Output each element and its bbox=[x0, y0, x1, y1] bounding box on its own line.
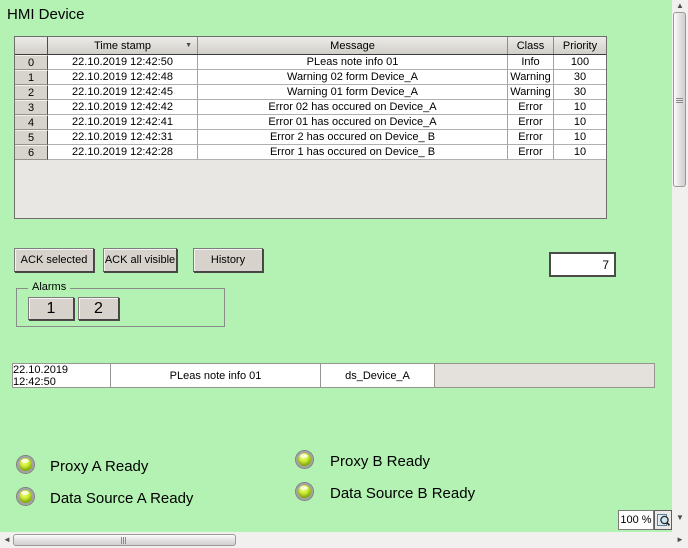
cell-timestamp: 22.10.2019 12:42:50 bbox=[48, 55, 198, 70]
alarms-groupbox: Alarms 1 2 bbox=[16, 281, 225, 327]
alarm-view-2-button[interactable]: 2 bbox=[78, 297, 119, 320]
alarm-row[interactable]: 1 22.10.2019 12:42:48 Warning 02 form De… bbox=[15, 70, 606, 85]
scrollbar-grip-icon bbox=[676, 98, 683, 103]
scroll-right-icon[interactable]: ► bbox=[676, 536, 684, 544]
zoom-button[interactable] bbox=[654, 510, 672, 530]
proxy-b-led-icon bbox=[296, 451, 313, 468]
proxy-b-label: Proxy B Ready bbox=[330, 453, 431, 470]
cell-class: Info bbox=[508, 55, 554, 70]
scroll-down-icon[interactable]: ▼ bbox=[676, 514, 684, 522]
row-number: 4 bbox=[15, 115, 48, 130]
data-source-b-label: Data Source B Ready bbox=[330, 485, 476, 502]
alarm-table: Time stamp ▼ Message Class Priority 0 22… bbox=[14, 36, 607, 219]
cell-timestamp: 22.10.2019 12:42:42 bbox=[48, 100, 198, 115]
col-header-timestamp[interactable]: Time stamp ▼ bbox=[48, 37, 198, 54]
cell-priority: 10 bbox=[554, 145, 606, 160]
data-source-a-led-icon bbox=[17, 488, 34, 505]
cell-priority: 10 bbox=[554, 115, 606, 130]
alarm-line-bar: 22.10.2019 12:42:50 PLeas note info 01 d… bbox=[12, 363, 655, 388]
col-header-timestamp-label: Time stamp bbox=[93, 39, 152, 52]
scroll-up-icon[interactable]: ▲ bbox=[676, 2, 684, 10]
alarm-count-field[interactable]: 7 bbox=[549, 252, 616, 277]
cell-message: PLeas note info 01 bbox=[198, 55, 508, 70]
alarm-line-source: ds_Device_A bbox=[321, 363, 435, 388]
cell-priority: 30 bbox=[554, 85, 606, 100]
col-header-rownum[interactable] bbox=[15, 37, 48, 54]
sort-desc-icon: ▼ bbox=[185, 42, 192, 49]
cell-message: Error 1 has occured on Device_ B bbox=[198, 145, 508, 160]
vertical-scrollbar[interactable]: ▲ ▼ bbox=[672, 0, 688, 532]
vertical-scrollbar-thumb[interactable] bbox=[673, 12, 686, 187]
alarm-line-timestamp: 22.10.2019 12:42:50 bbox=[12, 363, 111, 388]
history-button[interactable]: History bbox=[193, 248, 263, 272]
ack-all-visible-button[interactable]: ACK all visible bbox=[103, 248, 177, 272]
horizontal-scrollbar[interactable]: ◄ ► bbox=[0, 532, 688, 548]
ack-selected-button[interactable]: ACK selected bbox=[14, 248, 94, 272]
cell-timestamp: 22.10.2019 12:42:48 bbox=[48, 70, 198, 85]
magnifier-icon bbox=[656, 514, 670, 526]
data-source-a-label: Data Source A Ready bbox=[50, 490, 194, 507]
data-source-b-led-icon bbox=[296, 483, 313, 500]
cell-message: Error 2 has occured on Device_ B bbox=[198, 130, 508, 145]
cell-class: Warning bbox=[508, 85, 554, 100]
alarm-table-header: Time stamp ▼ Message Class Priority bbox=[15, 37, 606, 55]
alarm-row[interactable]: 5 22.10.2019 12:42:31 Error 2 has occure… bbox=[15, 130, 606, 145]
hmi-window: HMI Device Time stamp ▼ Message Class Pr… bbox=[0, 0, 688, 548]
cell-class: Warning bbox=[508, 70, 554, 85]
cell-timestamp: 22.10.2019 12:42:45 bbox=[48, 85, 198, 100]
proxy-a-led-icon bbox=[17, 456, 34, 473]
zoom-level-value: 100 % bbox=[618, 510, 654, 530]
cell-message: Error 01 has occured on Device_A bbox=[198, 115, 508, 130]
cell-priority: 10 bbox=[554, 130, 606, 145]
cell-class: Error bbox=[508, 130, 554, 145]
row-number: 0 bbox=[15, 55, 48, 70]
page-title: HMI Device bbox=[7, 6, 85, 23]
cell-priority: 10 bbox=[554, 100, 606, 115]
alarm-line-empty-cell bbox=[435, 363, 655, 388]
cell-priority: 100 bbox=[554, 55, 606, 70]
row-number: 3 bbox=[15, 100, 48, 115]
alarm-row[interactable]: 6 22.10.2019 12:42:28 Error 1 has occure… bbox=[15, 145, 606, 160]
cell-priority: 30 bbox=[554, 70, 606, 85]
proxy-a-label: Proxy A Ready bbox=[50, 458, 149, 475]
cell-class: Error bbox=[508, 145, 554, 160]
alarm-view-1-button[interactable]: 1 bbox=[28, 297, 74, 320]
horizontal-scrollbar-thumb[interactable] bbox=[13, 534, 236, 546]
cell-timestamp: 22.10.2019 12:42:28 bbox=[48, 145, 198, 160]
row-number: 1 bbox=[15, 70, 48, 85]
col-header-class[interactable]: Class bbox=[508, 37, 554, 54]
cell-class: Error bbox=[508, 115, 554, 130]
alarm-row[interactable]: 3 22.10.2019 12:42:42 Error 02 has occur… bbox=[15, 100, 606, 115]
cell-message: Warning 01 form Device_A bbox=[198, 85, 508, 100]
screen-background: HMI Device Time stamp ▼ Message Class Pr… bbox=[0, 0, 672, 532]
cell-timestamp: 22.10.2019 12:42:41 bbox=[48, 115, 198, 130]
col-header-message[interactable]: Message bbox=[198, 37, 508, 54]
cell-timestamp: 22.10.2019 12:42:31 bbox=[48, 130, 198, 145]
alarm-row[interactable]: 0 22.10.2019 12:42:50 PLeas note info 01… bbox=[15, 55, 606, 70]
col-header-priority[interactable]: Priority bbox=[554, 37, 606, 54]
row-number: 5 bbox=[15, 130, 48, 145]
alarms-groupbox-label: Alarms bbox=[28, 281, 71, 293]
cell-message: Warning 02 form Device_A bbox=[198, 70, 508, 85]
row-number: 6 bbox=[15, 145, 48, 160]
scroll-left-icon[interactable]: ◄ bbox=[3, 536, 11, 544]
alarm-line-message: PLeas note info 01 bbox=[111, 363, 321, 388]
cell-class: Error bbox=[508, 100, 554, 115]
cell-message: Error 02 has occured on Device_A bbox=[198, 100, 508, 115]
alarm-row[interactable]: 2 22.10.2019 12:42:45 Warning 01 form De… bbox=[15, 85, 606, 100]
scrollbar-grip-icon bbox=[121, 537, 126, 544]
alarm-row[interactable]: 4 22.10.2019 12:42:41 Error 01 has occur… bbox=[15, 115, 606, 130]
row-number: 2 bbox=[15, 85, 48, 100]
